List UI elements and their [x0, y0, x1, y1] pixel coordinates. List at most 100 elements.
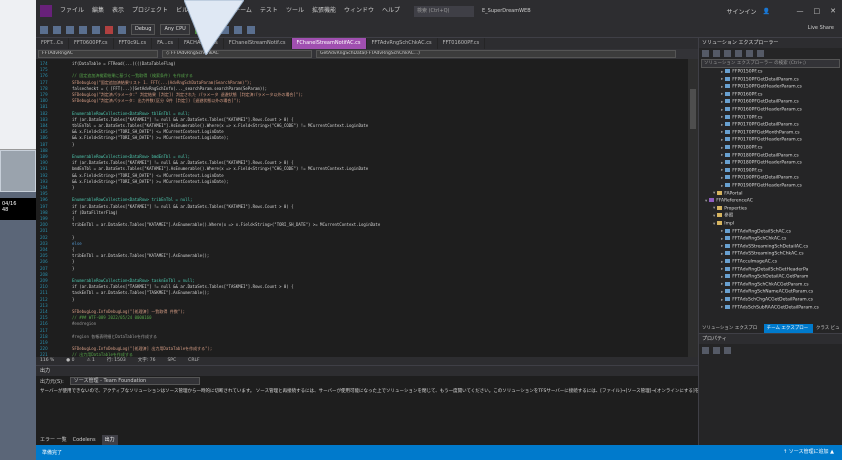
- menu-item[interactable]: プロジェクト: [128, 0, 172, 22]
- save-icon[interactable]: [79, 25, 87, 34]
- expand-arrow-icon[interactable]: ▸: [721, 282, 723, 287]
- tree-item[interactable]: ▸ FFTAccuImageAC.cs: [721, 259, 777, 265]
- editor-status-item[interactable]: 行: 1503: [107, 357, 126, 365]
- expand-arrow-icon[interactable]: ▸: [721, 153, 723, 158]
- explorer-tab[interactable]: ソリューション エクスプローラー: [699, 324, 764, 340]
- back-icon[interactable]: [40, 25, 48, 34]
- tree-item[interactable]: ▸ FFP0150PF.cs: [721, 69, 762, 75]
- tree-item[interactable]: ▸ FFTAdvRngSchChkAC.cs: [721, 236, 786, 242]
- tree-item[interactable]: ▸ FFTAdvSStreamingSchDetailAC.cs: [721, 243, 808, 250]
- tree-item[interactable]: ▸ FFTAdsSchChgACGetDetailParam.cs: [721, 297, 813, 303]
- taskbar-thumbnail[interactable]: [0, 150, 36, 192]
- undo-icon[interactable]: [105, 25, 113, 34]
- live-share-button[interactable]: Live Share: [808, 25, 834, 31]
- tree-item[interactable]: ▸ FFP0160PFGetDetailParam.cs: [721, 99, 799, 105]
- expand-arrow-icon[interactable]: ▸: [721, 138, 723, 143]
- expand-arrow-icon[interactable]: ▸: [721, 85, 723, 90]
- expand-arrow-icon[interactable]: ▸: [721, 267, 723, 272]
- tree-item[interactable]: ▸ FFTAdvRngSchNameACGetParam.cs: [721, 289, 813, 295]
- bottom-tab[interactable]: エラー 一覧: [40, 435, 67, 445]
- expand-arrow-icon[interactable]: ▾: [713, 191, 715, 196]
- user-area[interactable]: サインイン 👤: [727, 0, 771, 22]
- expand-arrow-icon[interactable]: ▸: [721, 115, 723, 120]
- output-source-dropdown[interactable]: ソース管理 - Team Foundation: [69, 377, 200, 385]
- search-input[interactable]: 検索 (Ctrl+Q): [414, 5, 474, 17]
- expand-arrow-icon[interactable]: ▸: [721, 168, 723, 173]
- background-window[interactable]: [0, 0, 36, 150]
- tree-item[interactable]: ▸ FFP0170PFGetMonthParam.cs: [721, 129, 800, 136]
- tree-item[interactable]: ▸ FFP0170PFGetDetailParam.cs: [721, 122, 799, 128]
- solution-search-input[interactable]: ソリューション エクスプローラー の検索 (Ctrl+;): [701, 59, 840, 68]
- expand-arrow-icon[interactable]: ▸: [721, 70, 723, 75]
- tree-item[interactable]: ▸ FFP0190PFGetHeaderParam.cs: [721, 183, 802, 189]
- user-icon[interactable]: 👤: [763, 8, 770, 15]
- configuration-dropdown[interactable]: Debug: [131, 24, 156, 35]
- expand-arrow-icon[interactable]: ▸: [721, 260, 723, 265]
- tree-item[interactable]: ▸ FFP0150PFGetHeaderParam.cs: [721, 84, 802, 90]
- project-dropdown[interactable]: FFTAdvRngAC: [38, 50, 158, 58]
- expand-arrow-icon[interactable]: ▸: [721, 298, 723, 303]
- editor-status-item[interactable]: ● 0: [66, 357, 74, 365]
- tree-item[interactable]: ▾ Properties: [713, 205, 747, 212]
- explorer-tab[interactable]: クラス ビュー: [813, 324, 842, 340]
- expand-arrow-icon[interactable]: ▸: [721, 123, 723, 128]
- code-area[interactable]: if(DataTable = FTRead(...)(((DataTableFl…: [72, 59, 688, 357]
- tree-item[interactable]: ▸ FFTAdsSchSubRAACGetDetailParam.cs: [721, 304, 819, 311]
- forward-icon[interactable]: [53, 25, 61, 34]
- expand-arrow-icon[interactable]: ▸: [721, 161, 723, 166]
- tree-item[interactable]: ▸ FFP0180PFGetHeaderParam.cs: [721, 160, 802, 166]
- document-tab[interactable]: FFTAdvRngSchChkAC.cs: [367, 38, 438, 49]
- document-tab[interactable]: FChanelStreamNotifAC.cs: [291, 38, 367, 49]
- expand-arrow-icon[interactable]: ▸: [721, 77, 723, 82]
- tree-item[interactable]: ▸ FFP0190PF.cs: [721, 167, 762, 174]
- tree-item[interactable]: ▸ FFP0160PFGetHeaderParam.cs: [721, 107, 802, 113]
- property-pages-icon[interactable]: [724, 346, 731, 354]
- show-all-icon[interactable]: [735, 49, 742, 57]
- document-tab[interactable]: FFT0600PF.cs: [69, 38, 114, 49]
- tree-item[interactable]: ▾ FAPortal: [713, 190, 742, 197]
- menu-item[interactable]: 拡張機能: [308, 0, 340, 22]
- properties-icon[interactable]: [757, 49, 764, 57]
- expand-arrow-icon[interactable]: ▸: [721, 252, 723, 257]
- member-dropdown[interactable]: GetAdvRngSchData(FFTAdvRngSchChkAC...): [316, 50, 676, 58]
- editor-status-item[interactable]: 文字: 76: [138, 357, 156, 365]
- expand-arrow-icon[interactable]: ▸: [721, 130, 723, 135]
- document-tab[interactable]: FA...cs: [152, 38, 179, 49]
- tree-item[interactable]: ▸ FFTAdvRngSchChkACGetParam.cs: [721, 281, 809, 288]
- tree-item[interactable]: ▸ FFP0180PFGetDetailParam.cs: [721, 152, 799, 159]
- menu-item[interactable]: テスト: [256, 0, 282, 22]
- tree-item[interactable]: ▸ FFP0190PFGetDetailParam.cs: [721, 175, 799, 181]
- tree-item[interactable]: ▸ FFTAdvRngDetailSchAC.cs: [721, 228, 791, 235]
- expand-arrow-icon[interactable]: ▾: [705, 199, 707, 204]
- expand-arrow-icon[interactable]: ▸: [721, 100, 723, 105]
- document-tab[interactable]: FFT0c9L.cs: [114, 38, 153, 49]
- menu-item[interactable]: ツール: [282, 0, 308, 22]
- explorer-tab[interactable]: チーム エクスプローラー: [763, 324, 813, 340]
- expand-arrow-icon[interactable]: ▸: [721, 290, 723, 295]
- tree-item[interactable]: ▾ FFAReferenceAC: [705, 198, 753, 204]
- alphabetical-icon[interactable]: [713, 346, 720, 354]
- tree-item[interactable]: ▸ FFP0170PFGetHeaderParam.cs: [721, 137, 802, 143]
- redo-icon[interactable]: [118, 25, 126, 34]
- document-tab[interactable]: FPFT...Cs: [36, 38, 70, 49]
- new-file-icon[interactable]: [66, 25, 74, 34]
- scrollbar-thumb[interactable]: [690, 89, 696, 129]
- document-tab[interactable]: FFT01600PF.cs: [438, 38, 486, 49]
- tree-item[interactable]: ▸ FFP0160PF.cs: [721, 91, 762, 98]
- refresh-icon[interactable]: [746, 49, 753, 57]
- tree-item[interactable]: ▸ FFTAdvRngSchDetailAC.GetParam: [721, 274, 808, 280]
- expand-arrow-icon[interactable]: ▸: [721, 244, 723, 249]
- bottom-tab[interactable]: Codelens: [73, 435, 96, 445]
- save-all-icon[interactable]: [92, 25, 100, 34]
- expand-arrow-icon[interactable]: ▸: [721, 92, 723, 97]
- close-button[interactable]: ✕: [830, 7, 836, 15]
- menu-item[interactable]: ウィンドウ: [340, 0, 378, 22]
- sync-icon[interactable]: [713, 49, 720, 57]
- expand-arrow-icon[interactable]: ▸: [721, 146, 723, 151]
- sign-in-label[interactable]: サインイン: [727, 7, 757, 16]
- editor-status-item[interactable]: 116 %: [40, 357, 54, 365]
- toolbar-icon[interactable]: [246, 25, 255, 34]
- maximize-button[interactable]: □: [814, 7, 821, 15]
- home-icon[interactable]: [702, 49, 709, 57]
- tree-item[interactable]: ▸ FFP0180PF.cs: [721, 145, 762, 151]
